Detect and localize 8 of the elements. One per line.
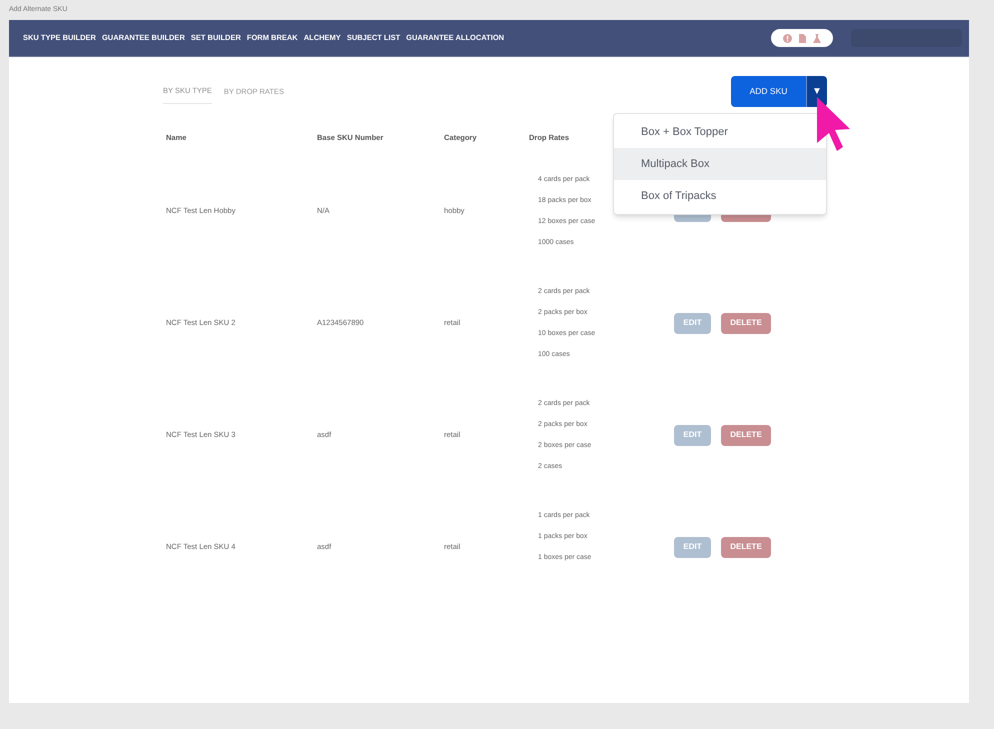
menu-item[interactable]: Multipack Box <box>614 148 826 180</box>
menu-item[interactable]: Box of Tripacks <box>614 180 826 212</box>
flask-icon[interactable] <box>813 34 821 42</box>
add-sku-button[interactable]: ADD SKU <box>731 76 806 107</box>
document-icon[interactable] <box>799 34 806 42</box>
alert-icon[interactable] <box>783 34 792 42</box>
cursor-icon <box>815 97 851 152</box>
menu-item[interactable]: Box + Box Topper <box>614 116 826 148</box>
